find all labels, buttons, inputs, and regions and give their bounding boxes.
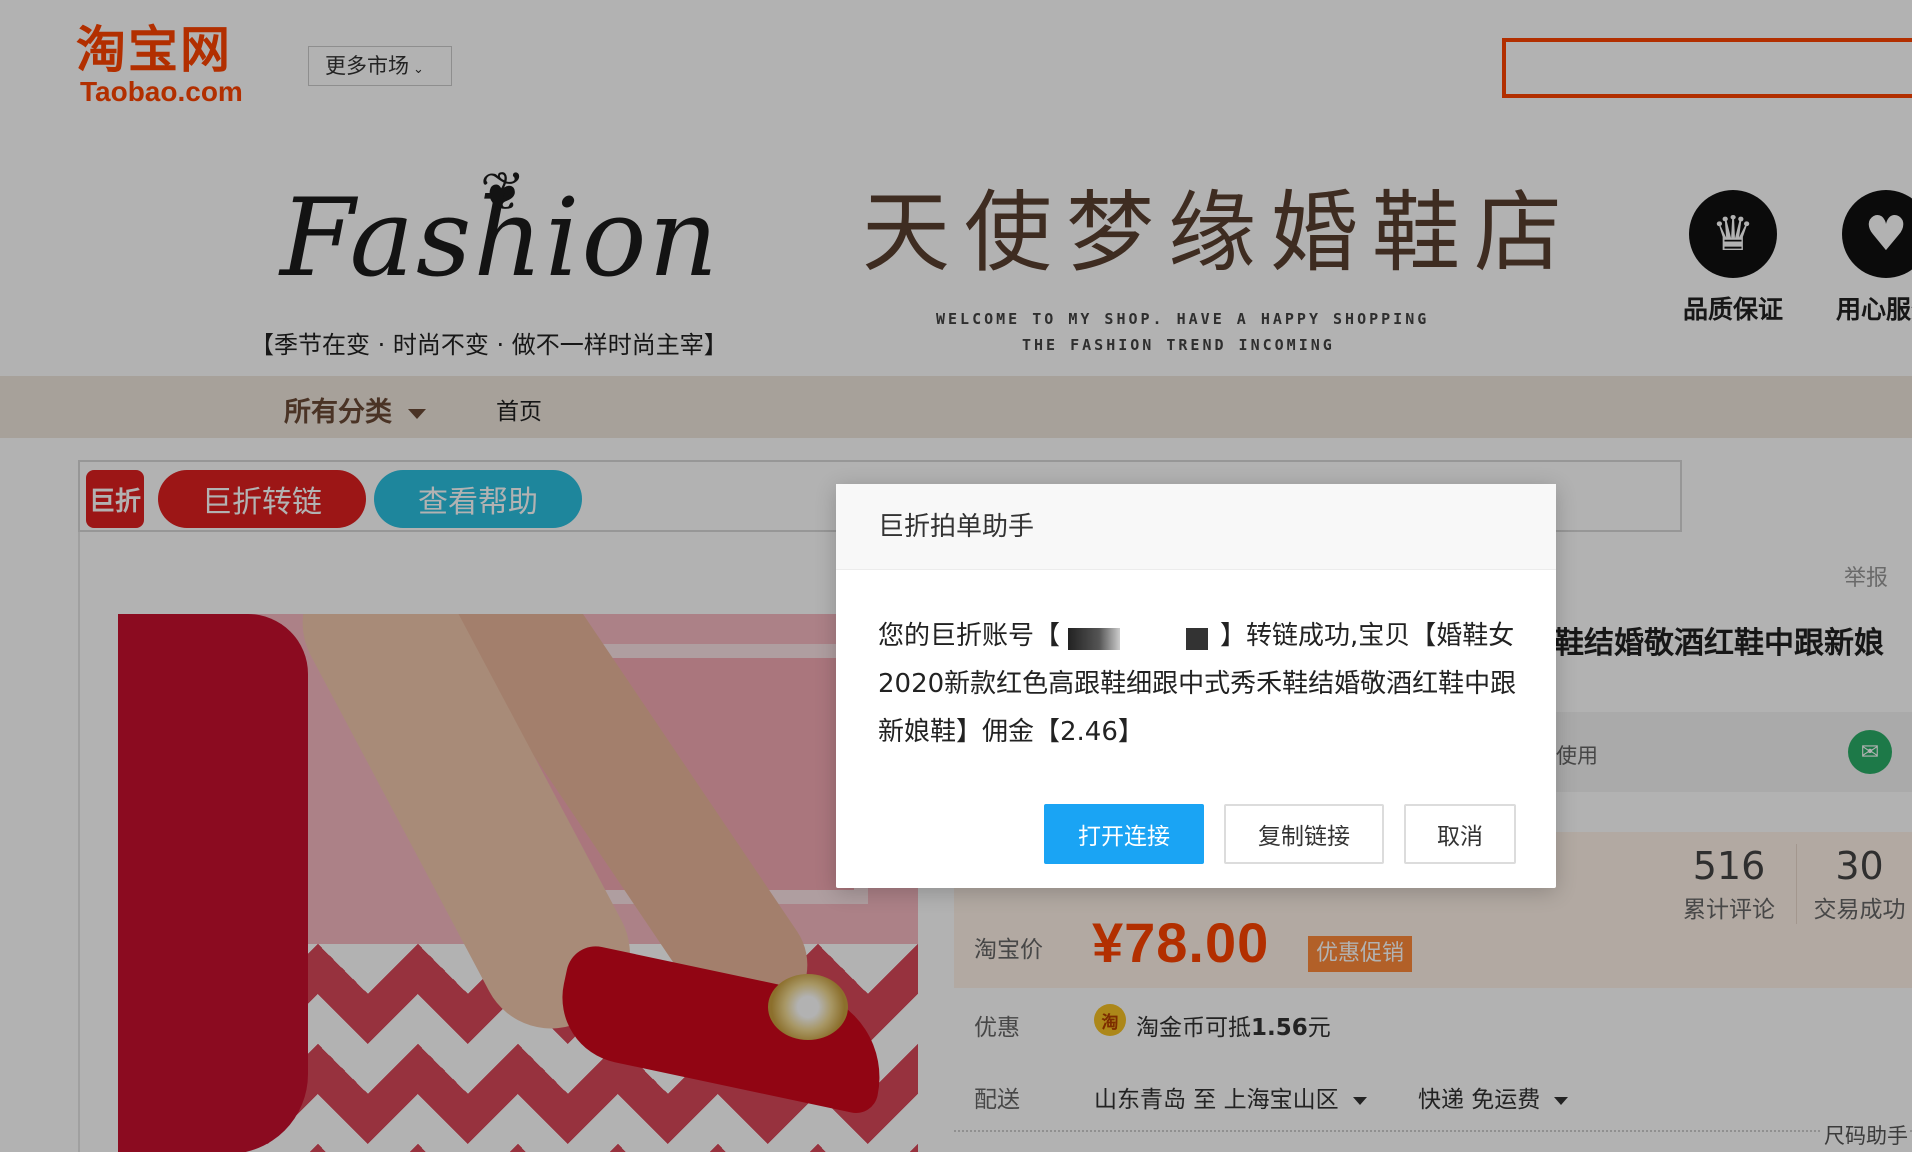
order-assistant-dialog: 巨折拍单助手 您的巨折账号【 】转链成功,宝贝【婚鞋女2020新款红色高跟鞋细跟中… xyxy=(836,484,1556,888)
dialog-message-part1: 您的巨折账号【 xyxy=(878,621,1061,651)
cancel-button[interactable]: 取消 xyxy=(1404,804,1516,864)
redacted-account xyxy=(1060,622,1220,652)
copy-link-button[interactable]: 复制链接 xyxy=(1224,804,1384,864)
dialog-message: 您的巨折账号【 】转链成功,宝贝【婚鞋女2020新款红色高跟鞋细跟中式秀禾鞋结婚敬… xyxy=(878,612,1528,756)
dialog-title: 巨折拍单助手 xyxy=(836,484,1556,570)
open-link-button[interactable]: 打开连接 xyxy=(1044,804,1204,864)
